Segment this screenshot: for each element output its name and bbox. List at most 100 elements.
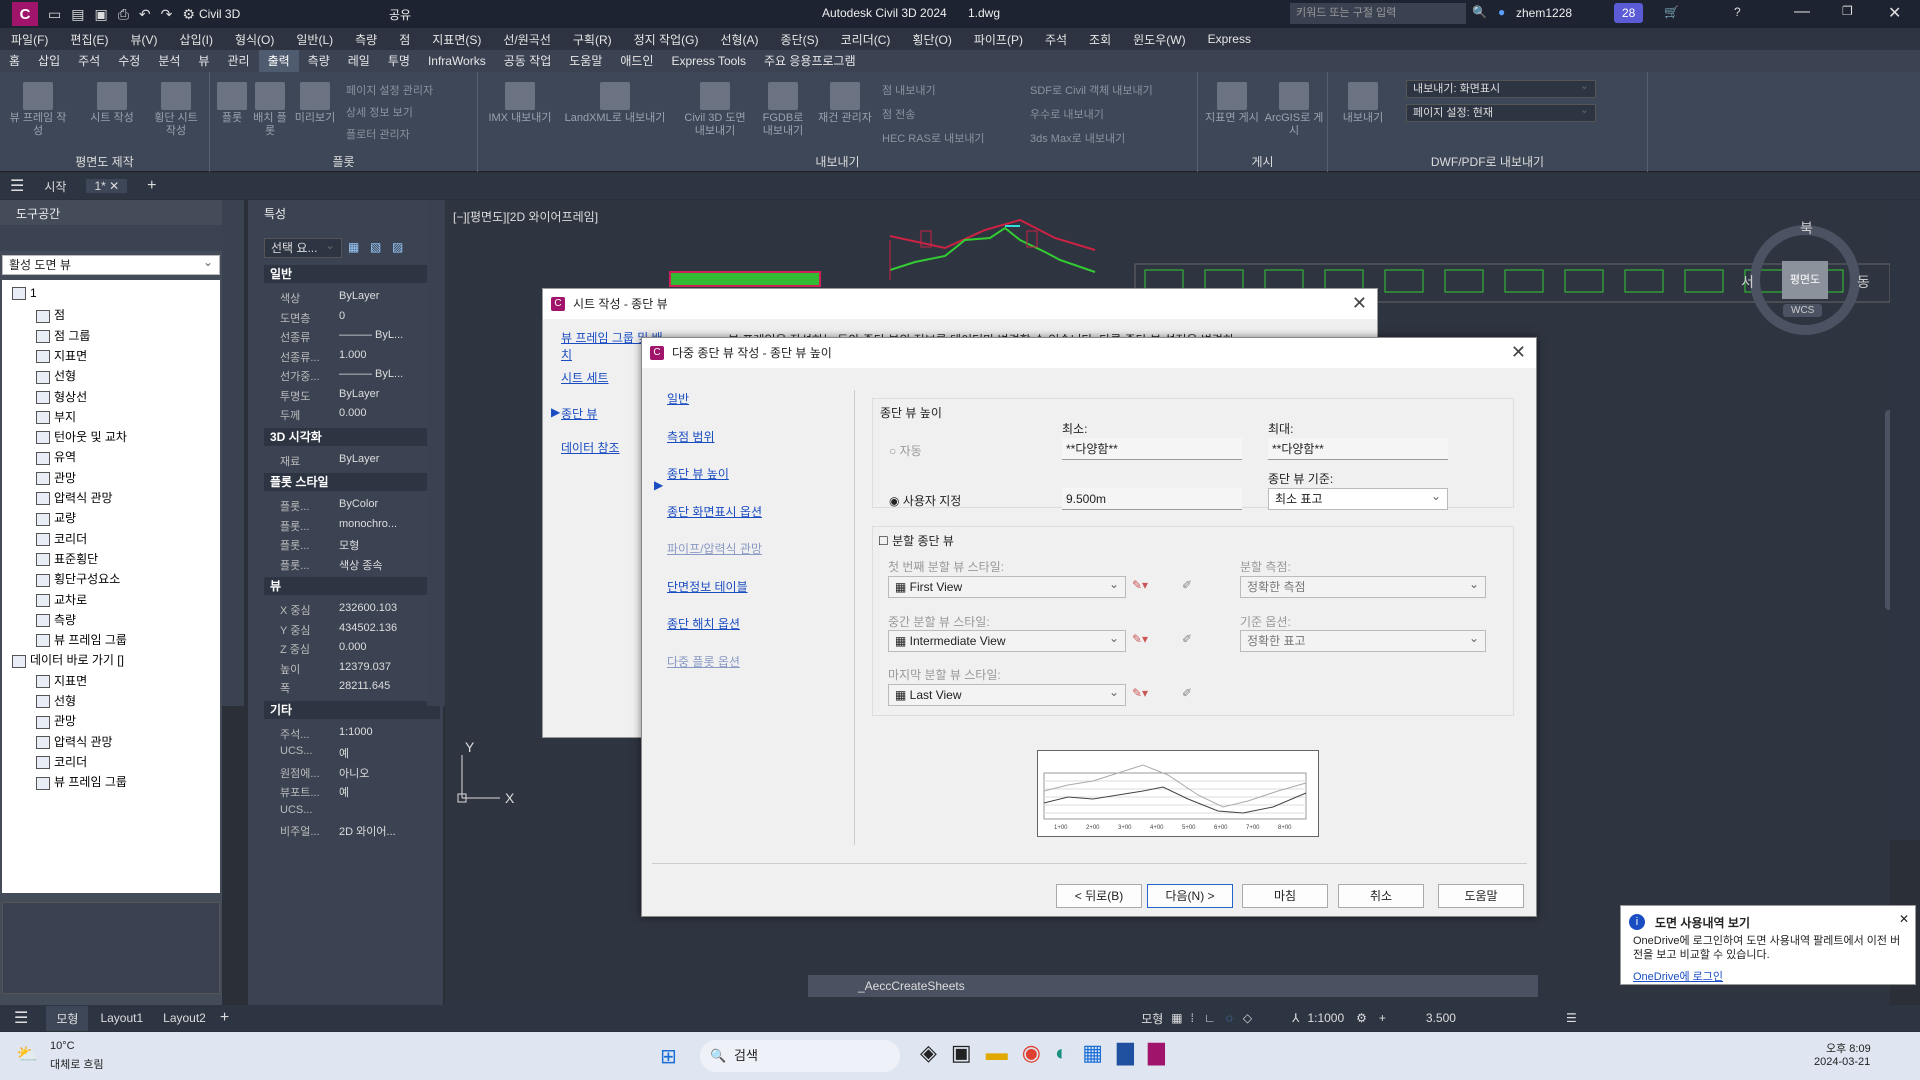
wcs-menu[interactable]: WCS [1783, 304, 1823, 317]
property-row[interactable]: 뷰포트... 예 [264, 781, 440, 800]
property-row[interactable]: 높이 12379.037 [264, 658, 440, 677]
revit-icon[interactable]: ▇ [1117, 1040, 1134, 1072]
publish-surface-button[interactable]: 지표면 게시 [1202, 82, 1262, 125]
pick-icon[interactable]: ✐ [1182, 686, 1192, 700]
tab-drawing-1[interactable]: 1* ✕ [86, 179, 128, 193]
wizard-nav-item[interactable]: 측점 범위 [667, 428, 715, 445]
tree-node[interactable]: 선형 [36, 367, 76, 384]
explorer-icon[interactable]: ▬ [986, 1040, 1008, 1072]
tree-node[interactable]: 횡단구성요소 [36, 570, 120, 587]
user-defined-radio[interactable]: ◉ 사용자 지정 [889, 492, 961, 509]
notification-badge[interactable]: 28 [1614, 3, 1644, 23]
export-points-button[interactable]: 점 내보내기 [882, 82, 936, 98]
tree-node[interactable]: 코리더 [36, 753, 87, 770]
viewcube-north[interactable]: 북 [1800, 218, 1813, 238]
store-icon[interactable]: ▦ [1082, 1040, 1103, 1072]
snap-icon[interactable]: ⁞ [1191, 1011, 1194, 1025]
tab-layout1[interactable]: Layout1 [100, 1011, 143, 1025]
menu-item[interactable]: 조회 [1089, 31, 1111, 48]
3dsmax-export-button[interactable]: 3ds Max로 내보내기 [1030, 130, 1125, 146]
cancel-button[interactable]: 취소 [1338, 884, 1424, 908]
menu-item[interactable]: 정지 작업(G) [634, 31, 699, 48]
create-section-sheets-button[interactable]: 횡단 시트 작성 [148, 82, 204, 138]
weather-temp[interactable]: 10°C [50, 1040, 75, 1052]
print-icon[interactable]: ⎙ [118, 6, 129, 23]
create-view-frames-button[interactable]: 뷰 프레임 작성 [8, 82, 68, 138]
ribbon-tab[interactable]: 공동 작업 [495, 50, 561, 72]
sdf-export-button[interactable]: SDF로 Civil 객체 내보내기 [1030, 82, 1153, 98]
property-row[interactable]: 재료 ByLayer [264, 450, 440, 469]
menu-item[interactable]: Express [1208, 32, 1251, 46]
viewcube-east[interactable]: 동 [1857, 272, 1870, 292]
close-icon[interactable]: ✕ [1511, 342, 1526, 363]
wizard-nav-item[interactable]: 종단 화면표시 옵션 [667, 503, 762, 520]
fgdb-export-button[interactable]: FGDB로 내보내기 [758, 82, 808, 138]
preview-button[interactable]: 미리보기 [290, 82, 340, 125]
ribbon-tab[interactable]: 출력 [258, 50, 299, 72]
split-checkbox[interactable]: ☐ 분할 종단 뷰 [878, 532, 954, 549]
menu-item[interactable]: 측량 [355, 31, 377, 48]
quick-select-icon[interactable]: ▦ [348, 240, 359, 254]
tree-node[interactable]: 측량 [36, 611, 76, 628]
ribbon-tab[interactable]: 주요 응용프로그램 [755, 50, 865, 72]
annotation-scale-icon[interactable]: ⅄ [1292, 1011, 1299, 1025]
property-row[interactable]: 투명도 ByLayer [264, 385, 440, 404]
menu-item[interactable]: 선/원곡선 [503, 31, 551, 48]
tree-node[interactable]: 점 그룹 [36, 327, 90, 344]
tree-node[interactable]: 지표면 [36, 672, 87, 689]
cart-icon[interactable]: 🛒 [1664, 5, 1679, 19]
view-select[interactable]: 활성 도면 뷰 [2, 253, 220, 275]
property-row[interactable]: 비주얼... 2D 와이어... [264, 820, 440, 839]
tree-node[interactable]: 뷰 프레임 그룹 [36, 631, 127, 648]
nav-sheet-set[interactable]: 시트 세트 [561, 369, 609, 386]
nav-data-reference[interactable]: 데이터 참조 [561, 439, 620, 456]
ribbon-tab[interactable]: 도움말 [560, 50, 611, 72]
edit-style-icon[interactable]: ✎▾ [1132, 578, 1148, 592]
publish-arcgis-button[interactable]: ArcGIS로 게시 [1264, 82, 1324, 138]
datum-select[interactable]: 정확한 표고 [1240, 628, 1486, 652]
menu-item[interactable]: 횡단(O) [912, 31, 951, 48]
new-tab-icon[interactable]: + [147, 177, 156, 195]
ortho-icon[interactable]: ∟ [1204, 1011, 1216, 1025]
tree-node[interactable]: 1 [12, 286, 37, 301]
wizard-nav-item[interactable]: 일반 [667, 390, 689, 407]
menu-item[interactable]: 선형(A) [720, 31, 758, 48]
restore-icon[interactable]: ❐ [1842, 4, 1853, 18]
menu-item[interactable]: 파일(F) [11, 31, 48, 48]
ribbon-tab[interactable]: 레일 [339, 50, 379, 72]
pick-icon[interactable]: ✐ [1182, 632, 1192, 646]
property-section-header[interactable]: 일반 [264, 265, 440, 283]
notification-close-icon[interactable]: ✕ [1899, 912, 1909, 926]
wizard-nav-item[interactable]: 종단 해치 옵션 [667, 615, 740, 632]
search-icon[interactable]: 🔍 [1472, 5, 1487, 19]
nav-profile-view[interactable]: 종단 뷰 [561, 405, 597, 422]
property-row[interactable]: UCS... [264, 801, 440, 820]
menu-item[interactable]: 일반(L) [296, 31, 333, 48]
ribbon-tab[interactable]: 주석 [69, 50, 109, 72]
property-section-header[interactable]: 뷰 [264, 577, 440, 595]
property-row[interactable]: 색상 ByLayer [264, 287, 440, 306]
tab-layout2[interactable]: Layout2 [163, 1011, 206, 1025]
menu-item[interactable]: 파이프(P) [974, 31, 1023, 48]
wizard-nav-item[interactable]: 종단 뷰 높이 [667, 465, 729, 482]
tree-node[interactable]: 압력식 관망 [36, 489, 113, 506]
menu-item[interactable]: 뷰(V) [130, 31, 157, 48]
wizard-nav-item[interactable]: 다중 플롯 옵션 [667, 653, 740, 670]
share-button[interactable]: 공유 [389, 6, 411, 23]
taskview-icon[interactable]: ▣ [951, 1040, 972, 1072]
grid-icon[interactable]: ▦ [1171, 1011, 1182, 1025]
menu-item[interactable]: 코리더(C) [841, 31, 891, 48]
app-logo[interactable]: C [12, 2, 38, 26]
create-sheets-button[interactable]: 시트 작성 [82, 82, 142, 125]
ribbon-tab[interactable]: 홈 [0, 50, 29, 72]
hamburger-icon[interactable]: ☰ [10, 176, 24, 196]
tree-node[interactable]: 교량 [36, 509, 76, 526]
mid-style-select[interactable]: ▦ Intermediate View [888, 628, 1126, 652]
property-row[interactable]: 폭 28211.645 [264, 677, 440, 696]
max-height-field[interactable]: **다양함** [1268, 438, 1448, 460]
user-icon[interactable]: ● [1498, 5, 1505, 19]
weather-desc[interactable]: 대체로 흐림 [50, 1056, 104, 1072]
export-mode-select[interactable]: 내보내기: 화면표시 [1406, 78, 1596, 98]
viewcube-face[interactable]: 평면도 [1782, 261, 1828, 299]
civil3d-export-button[interactable]: Civil 3D 도면 내보내기 [678, 82, 752, 138]
